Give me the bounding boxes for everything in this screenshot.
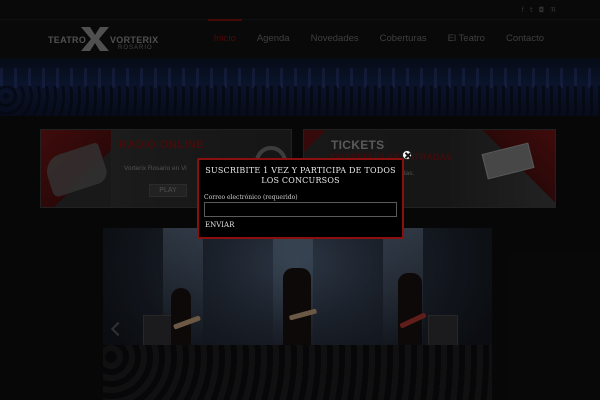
- email-field[interactable]: [204, 202, 397, 217]
- email-label: Correo electrónico (requerido): [204, 194, 298, 201]
- modal-heading: SUSCRIBITE 1 VEZ Y PARTICIPA DE TODOS LO…: [205, 166, 396, 185]
- page: f t ◘ ℜ TEATRO VORTERIX ROSARIO Inicio A…: [0, 0, 600, 400]
- submit-button[interactable]: ENVIAR: [205, 221, 234, 229]
- subscribe-modal: SUSCRIBITE 1 VEZ Y PARTICIPA DE TODOS LO…: [197, 158, 404, 239]
- close-icon[interactable]: [402, 150, 412, 160]
